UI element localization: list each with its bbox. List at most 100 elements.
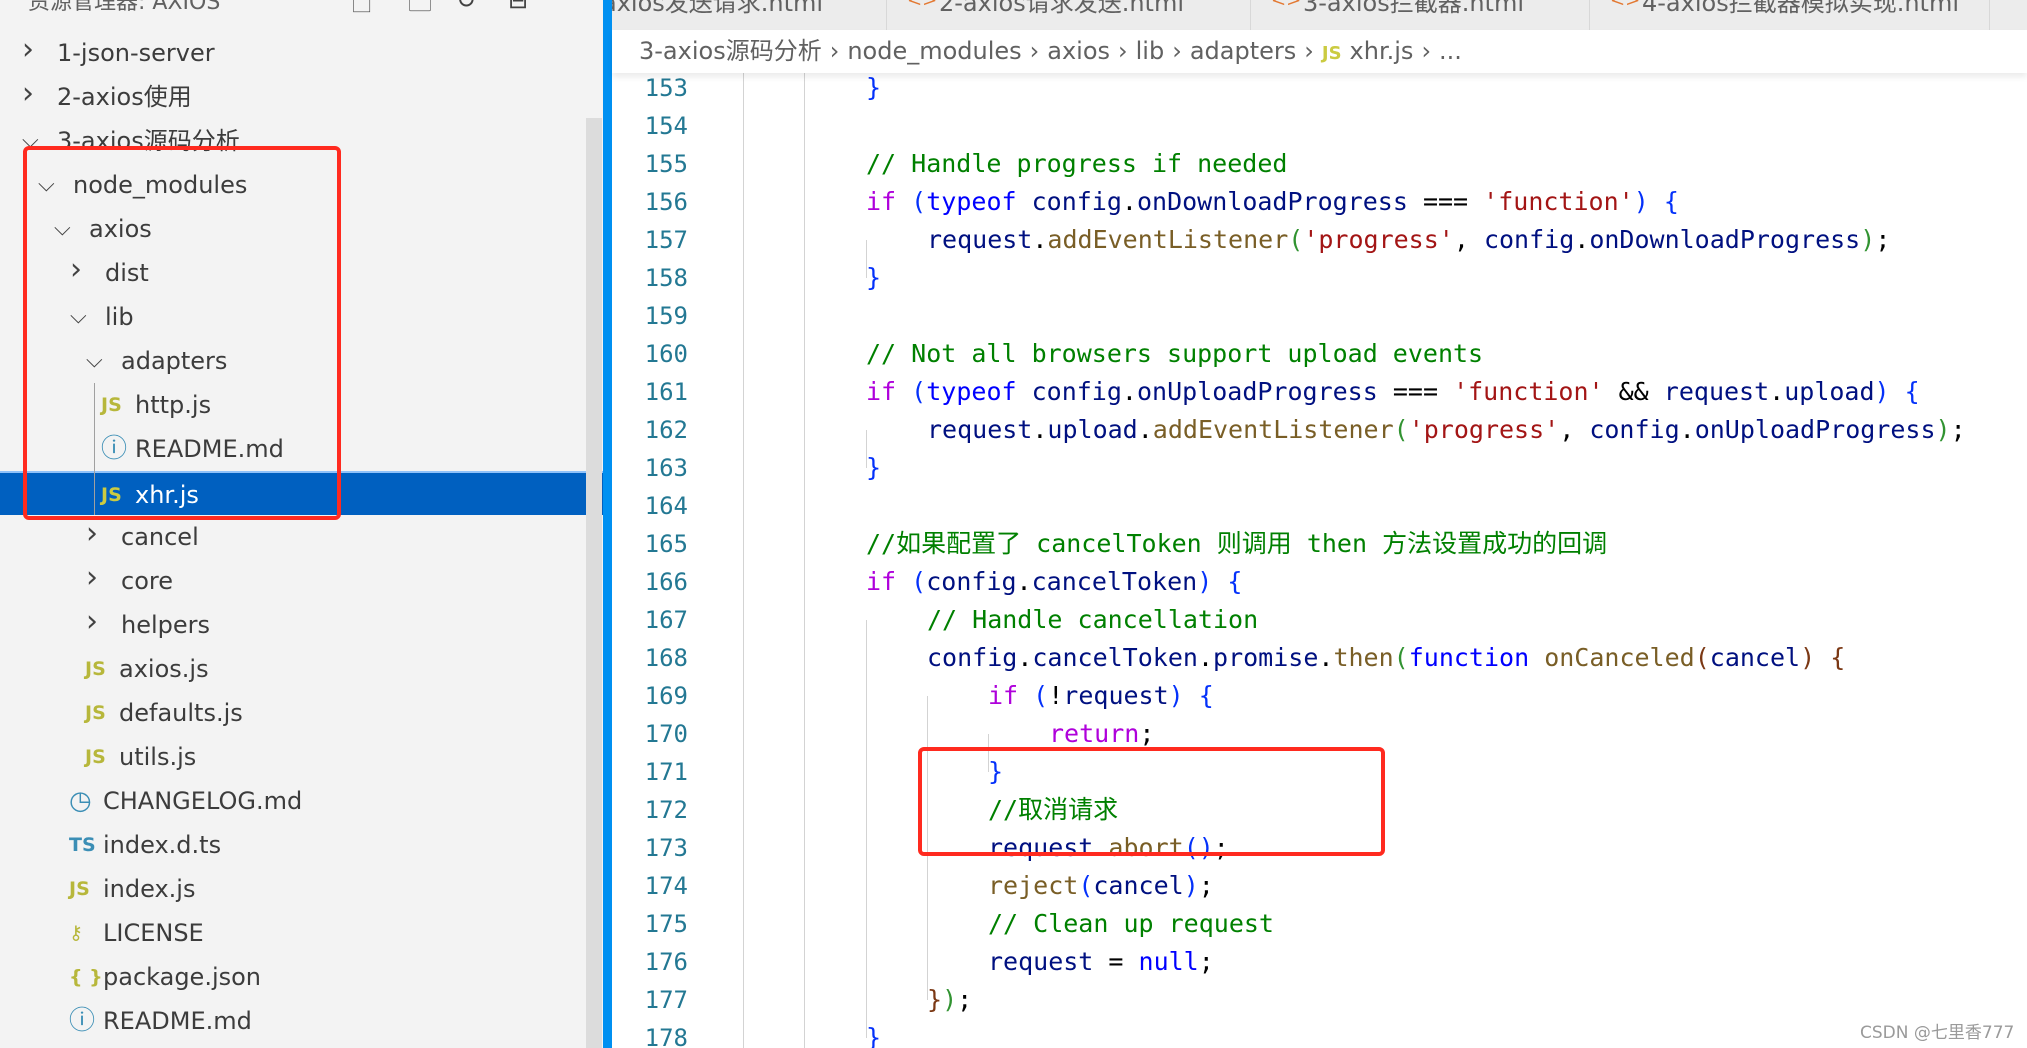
code-editor[interactable]: 153} 154 155 // Handle progress if needed 15…: [612, 73, 2027, 1048]
tree-item[interactable]: { } package.json: [0, 955, 586, 999]
chevron-right-icon[interactable]: ›: [22, 28, 34, 72]
indent-guide: [743, 73, 744, 1048]
code-line[interactable]: });: [927, 981, 972, 1019]
code-line[interactable]: // Clean up request: [988, 905, 1274, 943]
tree-item-label: index.d.ts: [103, 831, 222, 859]
code-token: .: [1137, 415, 1153, 444]
tree-item[interactable]: › core: [0, 559, 586, 603]
code-token: (: [1393, 643, 1409, 672]
code-token: function: [1408, 643, 1530, 672]
line-number: 164: [644, 492, 688, 520]
line-number: 176: [644, 948, 688, 976]
line-number: 175: [644, 910, 688, 938]
code-line[interactable]: }: [866, 73, 881, 107]
code-line[interactable]: //如果配置了 cancelToken 则调用 then 方法设置成功的回调: [866, 525, 1607, 563]
code-token: // Not all browsers support upload event…: [866, 339, 1484, 368]
code-token: }: [866, 73, 882, 102]
code-line[interactable]: }: [866, 1019, 881, 1048]
highlight-box-code: [918, 747, 1385, 856]
code-token: (: [911, 187, 927, 216]
code-token: ): [1935, 415, 1951, 444]
code-line[interactable]: // Handle cancellation: [927, 601, 1258, 639]
chevron-right-icon: ›: [1172, 37, 1182, 65]
tree-item[interactable]: ◷ CHANGELOG.md: [0, 779, 586, 823]
code-token: ;: [1198, 871, 1214, 900]
sash-divider[interactable]: [603, 0, 612, 1048]
breadcrumb-item[interactable]: node_modules: [847, 37, 1021, 65]
refresh-icon[interactable]: ↻: [456, 0, 476, 14]
tree-item[interactable]: ⓘ README.md: [0, 999, 586, 1043]
indent-guide: [804, 73, 805, 1048]
breadcrumb-item[interactable]: 3-axios源码分析: [639, 37, 822, 65]
tab-label: 3-axios拦截器.html: [1303, 0, 1524, 17]
code-line[interactable]: // Handle progress if needed: [866, 145, 1287, 183]
line-number: 178: [644, 1024, 688, 1048]
code-token: addEventListener: [1047, 225, 1289, 254]
chevron-right-icon[interactable]: ›: [86, 600, 98, 644]
js-file-icon: JS: [85, 702, 106, 724]
tree-item[interactable]: › 2-axios使用: [0, 75, 586, 119]
tree-item[interactable]: TS index.d.ts: [0, 823, 586, 867]
chevron-right-icon[interactable]: ›: [22, 72, 34, 116]
code-line[interactable]: // Not all browsers support upload event…: [866, 335, 1483, 373]
editor-tab[interactable]: <> 3-axios拦截器.html: [1251, 0, 1590, 30]
code-token: 'function': [1453, 377, 1604, 406]
info-file-icon: ⓘ: [69, 1006, 96, 1036]
code-line[interactable]: request = null;: [988, 943, 1214, 981]
code-line[interactable]: request.upload.addEventListener('progres…: [927, 411, 1966, 449]
code-token: // Clean up request: [988, 909, 1274, 938]
tree-item[interactable]: › 1-json-server: [0, 31, 586, 75]
chevron-right-icon: ›: [829, 37, 840, 65]
code-line[interactable]: if (typeof config.onUploadProgress === '…: [866, 373, 1920, 411]
code-token: 'progress': [1303, 225, 1454, 254]
code-line[interactable]: if (!request) {: [988, 677, 1214, 715]
tree-item[interactable]: JS utils.js: [0, 735, 586, 779]
editor-tab[interactable]: <> 2-axios请求发送.html: [887, 0, 1251, 30]
breadcrumb-item[interactable]: lib: [1136, 37, 1165, 65]
breadcrumb-item[interactable]: ...: [1439, 37, 1462, 65]
code-line[interactable]: }: [866, 259, 881, 297]
code-token: ): [942, 985, 958, 1014]
editor-tab[interactable]: axios发送请求.html: [612, 0, 887, 30]
editor-tab[interactable]: <> 4-axios拦截器模拟实现.html: [1590, 0, 1990, 30]
code-token: // Handle cancellation: [927, 605, 1259, 634]
breadcrumb-item[interactable]: axios: [1047, 37, 1110, 65]
breadcrumb: 3-axios源码分析 › node_modules › axios › lib › adapt…: [612, 30, 2027, 73]
code-line[interactable]: request.addEventListener('progress', con…: [927, 221, 1890, 259]
code-line[interactable]: reject(cancel);: [988, 867, 1214, 905]
tree-item[interactable]: JS defaults.js: [0, 691, 586, 735]
tree-item[interactable]: › helpers: [0, 603, 586, 647]
breadcrumb-item[interactable]: xhr.js: [1350, 37, 1414, 65]
chevron-right-icon[interactable]: ›: [86, 556, 98, 600]
code-line[interactable]: }: [866, 449, 881, 487]
collapse-all-icon[interactable]: ⊟: [508, 0, 528, 14]
breadcrumb-item[interactable]: adapters: [1190, 37, 1296, 65]
code-token: upload: [1784, 377, 1875, 406]
line-number: 157: [644, 226, 688, 254]
new-folder-icon[interactable]: 🗀: [408, 0, 432, 27]
tree-item-label: core: [121, 567, 173, 595]
code-line[interactable]: if (typeof config.onDownloadProgress ===…: [866, 183, 1679, 221]
sidebar-scrollbar[interactable]: [586, 118, 602, 1048]
code-line[interactable]: config.cancelToken.promise.then(function…: [927, 639, 1845, 677]
code-token: (: [1393, 415, 1409, 444]
line-number: 165: [644, 530, 688, 558]
tree-item[interactable]: JS axios.js: [0, 647, 586, 691]
license-key-icon: ⚷: [69, 922, 83, 944]
tree-item[interactable]: › cancel: [0, 515, 586, 559]
code-token: config: [1589, 415, 1680, 444]
tab-label: 4-axios拦截器模拟实现.html: [1642, 0, 1959, 17]
code-token: ): [1800, 643, 1816, 672]
line-number: 177: [644, 986, 688, 1014]
code-token: .: [1016, 567, 1032, 596]
tree-item[interactable]: JS index.js: [0, 867, 586, 911]
code-token: (: [1033, 681, 1049, 710]
code-line[interactable]: if (config.cancelToken) {: [866, 563, 1242, 601]
code-token: ,: [1559, 415, 1590, 444]
code-token: {: [1830, 643, 1846, 672]
new-file-icon[interactable]: 🗋: [352, 0, 371, 27]
tree-item[interactable]: ⚷ LICENSE: [0, 911, 586, 955]
